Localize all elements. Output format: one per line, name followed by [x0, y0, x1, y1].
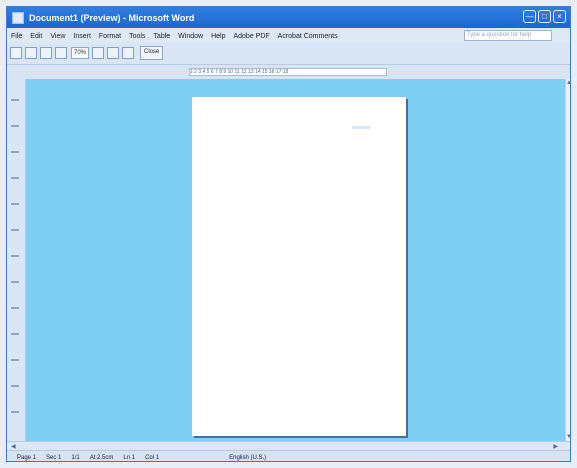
full-screen-icon[interactable]: [122, 47, 135, 59]
menu-acrobat-comments[interactable]: Acrobat Comments: [274, 33, 342, 40]
status-page-count: 1/1: [71, 454, 80, 461]
window-title: Document1 (Preview) - Microsoft Word: [29, 12, 195, 23]
vertical-scrollbar[interactable]: ▲ ▼: [565, 79, 570, 441]
menu-table[interactable]: Table: [149, 33, 174, 40]
status-section: Sec 1: [46, 454, 62, 461]
word-window: Document1 (Preview) - Microsoft Word — □…: [6, 6, 571, 462]
status-bar: Page 1 Sec 1 1/1 At 2.5cm Ln 1 Col 1 Eng…: [7, 450, 570, 461]
ask-question-box[interactable]: Type a question for help: [464, 30, 552, 41]
scroll-down-icon[interactable]: ▼: [566, 434, 570, 440]
ruler-tick: [11, 203, 19, 205]
menu-adobe-pdf[interactable]: Adobe PDF: [229, 33, 273, 40]
menu-tools[interactable]: Tools: [125, 33, 149, 40]
ruler-tick: [11, 99, 19, 101]
ruler-scale: 1 2 3 4 5 6 7 8 9 10 11 12 13 14 15 16 1…: [189, 68, 387, 76]
print-icon[interactable]: [10, 47, 22, 59]
ruler-tick: [11, 333, 19, 335]
ruler-tick: [11, 359, 19, 361]
close-window-button[interactable]: ×: [553, 10, 566, 23]
document-page[interactable]: [192, 97, 406, 436]
status-at: At 2.5cm: [89, 454, 114, 461]
ruler-tick: [11, 411, 19, 413]
menu-file[interactable]: File: [7, 33, 26, 40]
menu-format[interactable]: Format: [95, 33, 125, 40]
ruler-tick: [11, 151, 19, 153]
status-column: Col 1: [145, 454, 160, 461]
word-app-icon: [12, 11, 24, 24]
ruler-tick: [11, 385, 19, 387]
ruler-tick: [11, 255, 19, 257]
menu-view[interactable]: View: [46, 33, 69, 40]
ruler-tick: [11, 281, 19, 283]
status-line: Ln 1: [123, 454, 136, 461]
document-workspace: [7, 79, 565, 441]
title-bar: Document1 (Preview) - Microsoft Word — □…: [7, 7, 570, 28]
minimize-button[interactable]: —: [523, 10, 536, 23]
scroll-left-icon[interactable]: ◀: [11, 443, 16, 450]
status-page: Page 1: [17, 454, 37, 461]
scroll-right-icon[interactable]: ▶: [553, 443, 558, 450]
multiple-pages-icon[interactable]: [55, 47, 67, 59]
magnifier-icon[interactable]: [25, 47, 37, 59]
menu-insert[interactable]: Insert: [69, 33, 95, 40]
shrink-to-fit-icon[interactable]: [107, 47, 120, 59]
horizontal-ruler: 1 2 3 4 5 6 7 8 9 10 11 12 13 14 15 16 1…: [7, 64, 570, 80]
zoom-select[interactable]: 70%: [71, 47, 90, 59]
one-page-icon[interactable]: [40, 47, 52, 59]
view-ruler-icon[interactable]: [92, 47, 105, 59]
maximize-button[interactable]: □: [538, 10, 551, 23]
ruler-tick: [11, 177, 19, 179]
ruler-tick: [11, 307, 19, 309]
vertical-ruler: [7, 79, 26, 441]
menu-help[interactable]: Help: [207, 33, 229, 40]
print-preview-toolbar: 70% Close: [7, 43, 570, 63]
menu-window[interactable]: Window: [174, 33, 207, 40]
page-header-text: [352, 126, 370, 129]
ruler-tick: [11, 125, 19, 127]
scroll-up-icon[interactable]: ▲: [566, 80, 570, 86]
ruler-tick: [11, 229, 19, 231]
close-preview-button[interactable]: Close: [140, 46, 164, 60]
status-language: English (U.S.): [229, 454, 267, 461]
menu-bar: File Edit View Insert Format Tools Table…: [7, 29, 570, 43]
menu-edit[interactable]: Edit: [26, 33, 46, 40]
